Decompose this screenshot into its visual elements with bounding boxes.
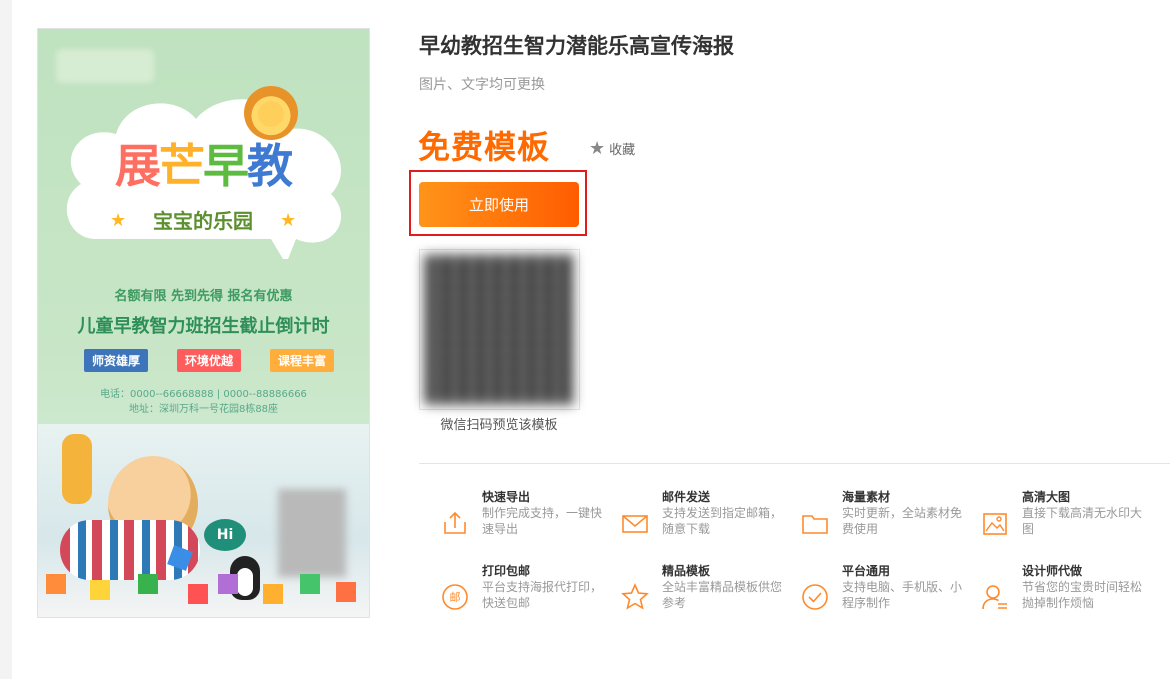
check-circle-icon xyxy=(802,584,828,610)
feature-desc: 支持电脑、手机版、小程序制作 xyxy=(842,580,963,610)
feature-desc: 制作完成支持，一键快速导出 xyxy=(482,506,603,536)
feature-title: 海量素材 xyxy=(842,490,891,504)
poster-address: 地址：深圳万科一号花园8栋88座 xyxy=(128,404,279,415)
upload-icon xyxy=(444,511,466,534)
kid-photo: Hi xyxy=(38,424,369,617)
feature-desc: 直接下载高清无水印大图 xyxy=(1022,506,1143,536)
image-icon xyxy=(983,513,1007,535)
toy-block xyxy=(188,584,208,604)
poster-tag: 师资雄厚 xyxy=(84,349,149,372)
star-icon: ★ xyxy=(280,210,297,231)
blurred-logo xyxy=(56,49,154,83)
feature-desc: 实时更新，全站素材免费使用 xyxy=(842,506,963,536)
feature-title: 快速导出 xyxy=(482,490,531,504)
divider xyxy=(419,463,1170,464)
template-title: 早幼教招生智力潜能乐高宣传海报 xyxy=(419,34,734,58)
feature-item: 精品模板 全站丰富精品模板供您参考 xyxy=(620,562,800,618)
feature-title: 设计师代做 xyxy=(1022,564,1083,578)
mail-stamp-icon: 邮 xyxy=(442,584,468,610)
toy-block xyxy=(138,574,158,594)
qr-caption: 微信扫码预览该模板 xyxy=(440,418,558,433)
feature-item: 快速导出 制作完成支持，一键快速导出 xyxy=(440,488,620,544)
svg-text:邮: 邮 xyxy=(450,591,461,604)
feature-item: 邮件发送 支持发送到指定邮箱，随意下载 xyxy=(620,488,800,544)
use-now-button[interactable]: 立即使用 xyxy=(419,182,579,227)
favorite-button[interactable]: ★ 收藏 xyxy=(589,139,635,158)
qr-code-image xyxy=(425,255,574,404)
lion-icon xyxy=(244,86,298,140)
toy-block xyxy=(218,574,238,594)
toy-block xyxy=(46,574,66,594)
feature-title: 高清大图 xyxy=(1022,490,1071,504)
feature-item: 高清大图 直接下载高清无水印大图 xyxy=(980,488,1160,544)
star-icon: ★ xyxy=(589,137,606,159)
page: 展芒早教 ★ 宝宝的乐园 ★ 名额有限 先到先得 报名有优惠 儿童早教智力班招生… xyxy=(12,0,1170,679)
user-icon xyxy=(982,585,1007,610)
star-icon xyxy=(621,583,649,610)
favorite-label: 收藏 xyxy=(609,143,636,158)
poster-tags: 师资雄厚 环境优越 课程丰富 xyxy=(84,349,334,372)
blurred-image xyxy=(278,489,346,577)
feature-item: 平台通用 支持电脑、手机版、小程序制作 xyxy=(800,562,980,618)
toy-block xyxy=(336,582,356,602)
feature-desc: 节省您的宝贵时间轻松抛掉制作烦恼 xyxy=(1022,580,1143,610)
poster-subtitle: 宝宝的乐园 xyxy=(153,209,253,233)
poster-headline: 儿童早教智力班招生截止倒计时 xyxy=(77,316,330,337)
poster-promo: 名额有限 先到先得 报名有优惠 xyxy=(114,289,293,304)
mail-icon xyxy=(622,515,648,533)
poster-tag: 课程丰富 xyxy=(269,349,334,372)
folder-icon xyxy=(802,515,828,534)
toy-block xyxy=(263,584,283,604)
feature-item: 邮 打印包邮 平台支持海报代打印，快送包邮 xyxy=(440,562,620,618)
poster-phone: 电话：0000--66668888 | 0000--88886666 xyxy=(100,389,307,400)
hi-bubble: Hi xyxy=(204,519,246,551)
feature-desc: 全站丰富精品模板供您参考 xyxy=(662,580,783,610)
feature-title: 精品模板 xyxy=(662,564,711,578)
price-label: 免费模板 xyxy=(418,128,551,166)
feature-desc: 支持发送到指定邮箱，随意下载 xyxy=(662,506,783,536)
qr-code xyxy=(419,249,580,410)
feature-item: 设计师代做 节省您的宝贵时间轻松抛掉制作烦恼 xyxy=(980,562,1160,618)
feature-title: 打印包邮 xyxy=(482,564,531,578)
feature-item: 海量素材 实时更新，全站素材免费使用 xyxy=(800,488,980,544)
poster-tag: 环境优越 xyxy=(176,349,241,372)
toy-block xyxy=(90,580,110,600)
feature-desc: 平台支持海报代打印，快送包邮 xyxy=(482,580,603,610)
poster-preview[interactable]: 展芒早教 ★ 宝宝的乐园 ★ 名额有限 先到先得 报名有优惠 儿童早教智力班招生… xyxy=(37,28,370,618)
toy-block xyxy=(300,574,320,594)
poster-title: 展芒早教 xyxy=(115,139,293,193)
feature-title: 邮件发送 xyxy=(662,490,711,504)
feature-title: 平台通用 xyxy=(842,564,891,578)
giraffe-toy xyxy=(62,434,92,504)
template-subtitle: 图片、文字均可更换 xyxy=(419,77,545,93)
